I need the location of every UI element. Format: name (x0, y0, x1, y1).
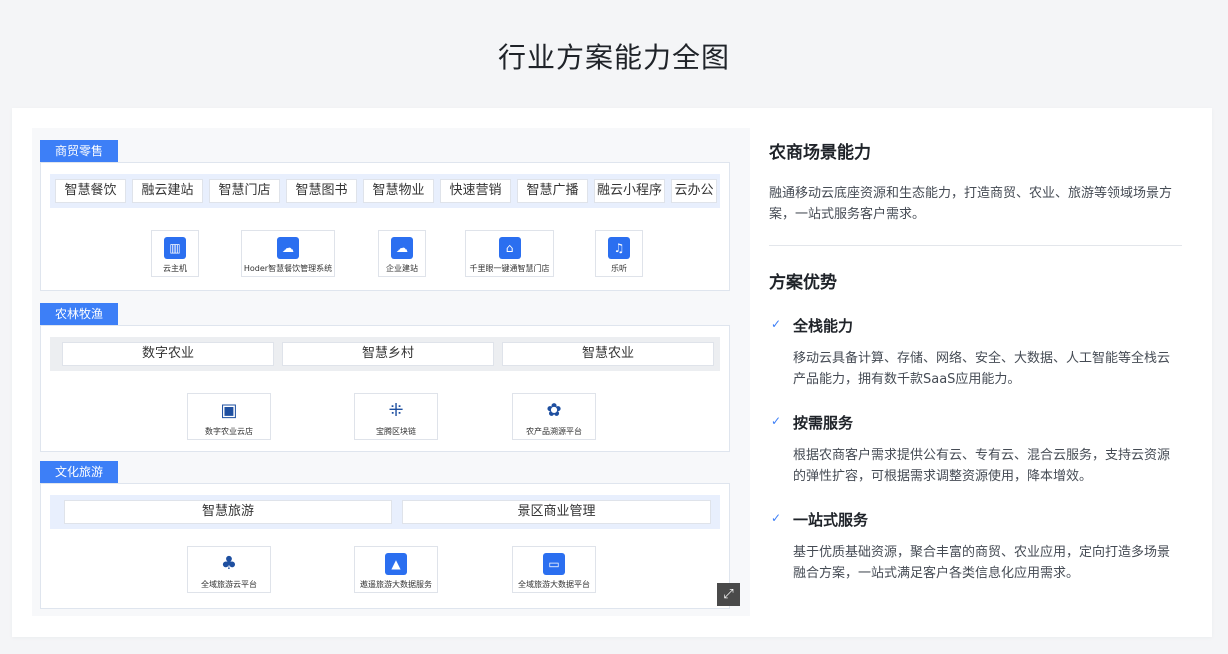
cloud-icon: ☁ (391, 237, 413, 259)
product-label: Hoder智慧餐饮管理系统 (243, 264, 333, 273)
solution-pill[interactable]: 智慧餐饮 (55, 179, 126, 203)
product-label: 云主机 (163, 264, 187, 273)
solution-pill[interactable]: 智慧乡村 (282, 342, 494, 366)
product-label: 遨遥旅游大数据服务 (360, 580, 432, 589)
info-panel: 农商场景能力 融通移动云底座资源和生态能力，打造商贸、农业、旅游等领域场景方案，… (769, 138, 1182, 584)
solution-pill[interactable]: 快速营销 (440, 179, 511, 203)
product-label: 全域旅游云平台 (201, 580, 257, 589)
product-card[interactable]: ♣ 全域旅游云平台 (187, 546, 271, 593)
solution-pill[interactable]: 景区商业管理 (402, 500, 711, 524)
category-box-agriculture: 数字农业 智慧乡村 智慧农业 ▣ 数字农业云店 ⁜ 宝腾区块链 ✿ 农产品溯源平… (40, 325, 730, 452)
product-label: 企业建站 (386, 264, 418, 273)
advantages-title: 方案优势 (769, 273, 837, 293)
checkmark-icon: ✓ (771, 317, 782, 331)
category-box-tourism: 智慧旅游 景区商业管理 ♣ 全域旅游云平台 ▲ 遨遥旅游大数据服务 ▭ 全域旅游… (40, 483, 730, 609)
fullscreen-expand-icon[interactable]: ⤢ (717, 583, 740, 606)
headphones-icon: ♫ (608, 237, 630, 259)
category-tag-retail: 商贸零售 (40, 140, 119, 162)
solution-band: 数字农业 智慧乡村 智慧农业 (50, 337, 720, 371)
palm-tree-icon: ♣ (220, 553, 238, 574)
solution-pill[interactable]: 智慧农业 (502, 342, 714, 366)
solution-pill[interactable]: 智慧广播 (517, 179, 588, 203)
product-card[interactable]: ⁜ 宝腾区块链 (354, 393, 438, 440)
store-icon: ⌂ (498, 237, 521, 259)
advantage-title: 按需服务 (793, 414, 854, 432)
solution-band: 智慧旅游 景区商业管理 (50, 495, 720, 529)
panel-description: 融通移动云底座资源和生态能力，打造商贸、农业、旅游等领域场景方案，一站式服务客户… (769, 186, 1173, 222)
advantage-text: 基于优质基础资源，聚合丰富的商贸、农业应用，定向打造多场景融合方案，一站式满足客… (793, 545, 1171, 581)
solution-pill[interactable]: 云办公 (671, 179, 717, 203)
shop-icon: ▣ (220, 400, 238, 421)
product-label: 千里眼一键通智慧门店 (469, 264, 550, 273)
advantage-item: ✓ 全栈能力 移动云具备计算、存储、网络、安全、大数据、人工智能等全栈云产品能力… (769, 315, 1182, 390)
divider (769, 245, 1182, 246)
advantage-title: 全栈能力 (793, 317, 854, 335)
advantage-item: ✓ 一站式服务 基于优质基础资源，聚合丰富的商贸、农业应用，定向打造多场景融合方… (769, 509, 1182, 584)
product-label: 乐听 (611, 264, 627, 273)
blockchain-icon: ⁜ (388, 400, 404, 421)
content-card: 商贸零售 智慧餐饮 融云建站 智慧门店 智慧图书 智慧物业 快速营销 智慧广播 … (12, 108, 1212, 637)
capability-diagram: 商贸零售 智慧餐饮 融云建站 智慧门店 智慧图书 智慧物业 快速营销 智慧广播 … (32, 128, 750, 616)
product-label: 全域旅游大数据平台 (518, 580, 590, 589)
product-card[interactable]: ▲ 遨遥旅游大数据服务 (354, 546, 438, 593)
category-tag-tourism: 文化旅游 (40, 461, 119, 483)
category-tag-agriculture: 农林牧渔 (40, 303, 119, 325)
product-card[interactable]: ▣ 数字农业云店 (187, 393, 271, 440)
solution-pill[interactable]: 数字农业 (62, 342, 274, 366)
monitor-chart-icon: ▭ (543, 553, 565, 575)
server-icon: ▥ (164, 237, 186, 259)
page-title: 行业方案能力全图 (497, 41, 730, 74)
panel-title: 农商场景能力 (769, 143, 871, 163)
product-label: 宝腾区块链 (376, 427, 416, 436)
product-card[interactable]: ☁ 企业建站 (378, 230, 426, 277)
solution-pill[interactable]: 智慧图书 (286, 179, 357, 203)
advantage-text: 移动云具备计算、存储、网络、安全、大数据、人工智能等全栈云产品能力，拥有数千款S… (793, 351, 1171, 387)
advantage-text: 根据农商客户需求提供公有云、专有云、混合云服务，支持云资源的弹性扩容，可根据需求… (793, 448, 1171, 484)
solution-band: 智慧餐饮 融云建站 智慧门店 智慧图书 智慧物业 快速营销 智慧广播 融云小程序… (50, 174, 720, 208)
product-label: 数字农业云店 (205, 427, 253, 436)
product-label: 农产品溯源平台 (526, 427, 582, 436)
product-card[interactable]: ▭ 全域旅游大数据平台 (512, 546, 596, 593)
advantage-item: ✓ 按需服务 根据农商客户需求提供公有云、专有云、混合云服务，支持云资源的弹性扩… (769, 412, 1182, 487)
product-card[interactable]: ⌂ 千里眼一键通智慧门店 (465, 230, 554, 277)
category-box-retail: 智慧餐饮 融云建站 智慧门店 智慧图书 智慧物业 快速营销 智慧广播 融云小程序… (40, 162, 730, 291)
solution-pill[interactable]: 智慧旅游 (64, 500, 392, 524)
product-card[interactable]: ✿ 农产品溯源平台 (512, 393, 596, 440)
checkmark-icon: ✓ (771, 511, 782, 525)
cloud-flow-icon: ☁ (277, 237, 299, 259)
checkmark-icon: ✓ (771, 414, 782, 428)
product-card[interactable]: ♫ 乐听 (595, 230, 643, 277)
product-card[interactable]: ▥ 云主机 (151, 230, 199, 277)
solution-pill[interactable]: 融云小程序 (594, 179, 665, 203)
solution-pill[interactable]: 融云建站 (132, 179, 203, 203)
advantage-title: 一站式服务 (793, 511, 869, 529)
solution-pill[interactable]: 智慧物业 (363, 179, 434, 203)
leaf-icon: ✿ (546, 400, 562, 421)
mountain-photo-icon: ▲ (385, 553, 407, 575)
product-card[interactable]: ☁ Hoder智慧餐饮管理系统 (241, 230, 335, 277)
solution-pill[interactable]: 智慧门店 (209, 179, 280, 203)
